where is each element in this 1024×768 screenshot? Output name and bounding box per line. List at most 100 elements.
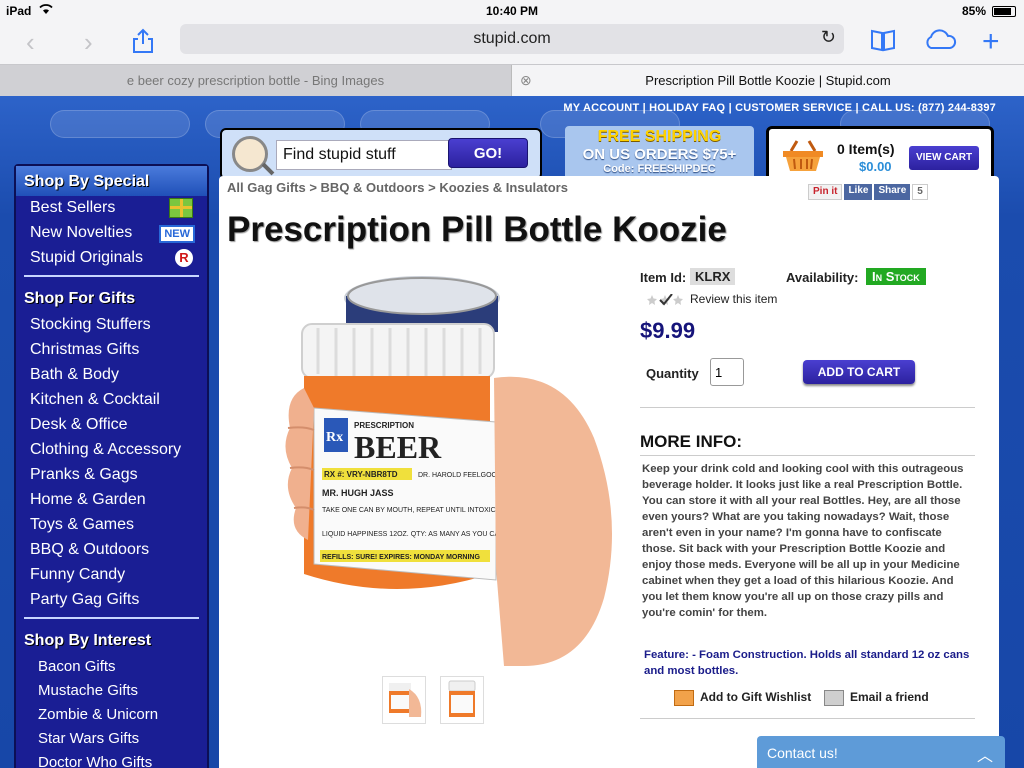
- wishlist-label: Add to Gift Wishlist: [700, 690, 812, 705]
- sidebar-item-label: Christmas Gifts: [30, 341, 140, 358]
- sidebar-item-home-garden[interactable]: Home & Garden: [16, 488, 207, 513]
- thumbnail-1[interactable]: [382, 676, 426, 724]
- battery-percent: 85%: [961, 4, 986, 18]
- sidebar-item-party-gag-gifts[interactable]: Party Gag Gifts: [16, 588, 207, 613]
- product-description: Keep your drink cold and looking cool wi…: [642, 463, 964, 619]
- sidebar-item-desk-office[interactable]: Desk & Office: [16, 413, 207, 438]
- page-title: Prescription Pill Bottle Koozie: [227, 210, 727, 249]
- cart-total: $0.00: [859, 159, 892, 174]
- sidebar-item-label: Best Sellers: [30, 199, 116, 216]
- share-count: 5: [912, 184, 928, 200]
- contact-us-widget[interactable]: Contact us! ︿: [757, 736, 1005, 768]
- bookmarks-icon[interactable]: [870, 28, 896, 57]
- sidebar-item-mustache-gifts[interactable]: Mustache Gifts: [16, 679, 207, 703]
- sidebar-item-bath-body[interactable]: Bath & Body: [16, 363, 207, 388]
- quantity-input[interactable]: 1: [710, 358, 744, 386]
- sidebar-item-pranks-gags[interactable]: Pranks & Gags: [16, 463, 207, 488]
- search-box: Find stupid stuff GO!: [220, 128, 542, 180]
- sidebar-item-toys-games[interactable]: Toys & Games: [16, 513, 207, 538]
- sidebar-item-clothing-accessory[interactable]: Clothing & Accessory: [16, 438, 207, 463]
- thumbnail-2[interactable]: [440, 676, 484, 724]
- shipping-line1: FREE SHIPPING: [597, 128, 722, 145]
- sidebar-item-label: Zombie & Unicorn: [38, 706, 159, 723]
- new-tab-icon[interactable]: +: [982, 27, 1000, 57]
- breadcrumb[interactable]: All Gag Gifts > BBQ & Outdoors > Koozies…: [227, 180, 568, 195]
- sidebar-item-label: Pranks & Gags: [30, 466, 138, 483]
- sidebar-item-stupid-originals[interactable]: Stupid Originals R: [16, 246, 207, 271]
- back-icon[interactable]: ‹: [26, 28, 35, 56]
- facebook-share-button[interactable]: Share: [874, 184, 911, 200]
- close-tab-icon[interactable]: ⊗: [520, 65, 532, 96]
- sidebar-item-label: Stocking Stuffers: [30, 316, 151, 333]
- review-label: Review this item: [690, 292, 778, 306]
- pinterest-button[interactable]: Pin it: [808, 184, 843, 200]
- sidebar-item-doctor-who-gifts[interactable]: Doctor Who Gifts: [16, 751, 207, 768]
- divider: [24, 275, 199, 277]
- sidebar-item-star-wars-gifts[interactable]: Star Wars Gifts: [16, 727, 207, 751]
- registered-icon: R: [175, 249, 193, 267]
- product-info: Item Id: KLRX Availability: In Stock Rev…: [640, 266, 976, 719]
- sidebar-item-best-sellers[interactable]: Best Sellers: [16, 196, 207, 221]
- tab-bing-images[interactable]: e beer cozy prescription bottle - Bing I…: [0, 65, 512, 96]
- magnifier-icon: [232, 136, 268, 172]
- sidebar-item-funny-candy[interactable]: Funny Candy: [16, 563, 207, 588]
- availability-label: Availability:: [786, 270, 859, 285]
- sidebar-item-label: Mustache Gifts: [38, 682, 139, 699]
- label-beer: BEER: [354, 429, 442, 465]
- add-to-wishlist-link[interactable]: Add to Gift Wishlist: [674, 690, 811, 706]
- email-friend-link[interactable]: Email a friend: [824, 690, 929, 706]
- sidebar-item-label: Desk & Office: [30, 416, 128, 433]
- icloud-tabs-icon[interactable]: [922, 28, 958, 57]
- tab-stupid-com[interactable]: ⊗ Prescription Pill Bottle Koozie | Stup…: [512, 65, 1024, 96]
- sidebar-item-new-novelties[interactable]: New Novelties NEW: [16, 221, 207, 246]
- contact-label: Contact us!: [767, 745, 838, 761]
- tab-label: Prescription Pill Bottle Koozie | Stupid…: [645, 73, 891, 88]
- envelope-icon: [824, 690, 844, 706]
- in-stock-badge: In Stock: [866, 268, 926, 285]
- battery-icon: [992, 6, 1016, 17]
- divider: [24, 617, 199, 619]
- review-link[interactable]: Review this item: [646, 292, 777, 306]
- sidebar-item-christmas-gifts[interactable]: Christmas Gifts: [16, 338, 207, 363]
- sidebar-item-stocking-stuffers[interactable]: Stocking Stuffers: [16, 313, 207, 338]
- item-meta-row: Item Id: KLRX Availability: In Stock: [640, 266, 976, 288]
- koozie-photo: Rx PRESCRIPTION BEER RX #: VRY-NBR8TD DR…: [274, 268, 630, 666]
- browser-toolbar: ‹ › stupid.com ↻ +: [0, 22, 1024, 64]
- item-id-label: Item Id:: [640, 270, 687, 285]
- thumbnail-image: [389, 683, 422, 717]
- sidebar-item-label: Funny Candy: [30, 566, 126, 583]
- share-icon[interactable]: [132, 28, 154, 59]
- sidebar-item-bbq-outdoors[interactable]: BBQ & Outdoors: [16, 538, 207, 563]
- product-image[interactable]: Rx PRESCRIPTION BEER RX #: VRY-NBR8TD DR…: [274, 268, 630, 666]
- facebook-like-button[interactable]: Like: [844, 184, 873, 200]
- product-actions: Add to Gift Wishlist Email a friend: [674, 688, 974, 710]
- sidebar-item-label: Bath & Body: [30, 366, 119, 383]
- label-refills: REFILLS: SURE! EXPIRES: MONDAY MORNING: [322, 554, 480, 561]
- add-to-cart-button[interactable]: ADD TO CART: [803, 360, 915, 384]
- address-bar[interactable]: stupid.com ↻: [180, 24, 844, 54]
- cart-item-count: 0 Item(s): [837, 141, 895, 157]
- sidebar-item-label: Home & Garden: [30, 491, 146, 508]
- sidebar-item-zombie-unicorn[interactable]: Zombie & Unicorn: [16, 703, 207, 727]
- divider: [640, 718, 975, 719]
- search-go-button[interactable]: GO!: [448, 138, 528, 168]
- divider: [640, 407, 975, 408]
- social-buttons: Pin it Like Share 5: [808, 184, 930, 202]
- view-cart-button[interactable]: VIEW CART: [909, 146, 979, 170]
- shop-by-special-heading: Shop By Special: [16, 166, 207, 196]
- reload-icon[interactable]: ↻: [821, 27, 836, 48]
- tab-bar: e beer cozy prescription bottle - Bing I…: [0, 64, 1024, 96]
- sidebar-item-label: Clothing & Accessory: [30, 441, 182, 458]
- sidebar-item-kitchen-cocktail[interactable]: Kitchen & Cocktail: [16, 388, 207, 413]
- forward-icon[interactable]: ›: [84, 28, 93, 56]
- sidebar-item-bacon-gifts[interactable]: Bacon Gifts: [16, 655, 207, 679]
- search-input[interactable]: Find stupid stuff: [276, 140, 452, 170]
- top-nav-links[interactable]: MY ACCOUNT | HOLIDAY FAQ | CUSTOMER SERV…: [563, 102, 996, 114]
- divider: [640, 455, 975, 456]
- rating-stars-icon: [647, 293, 683, 306]
- sidebar-item-label: BBQ & Outdoors: [30, 541, 150, 558]
- more-info-heading: MORE INFO:: [640, 432, 742, 451]
- sidebar-item-label: Toys & Games: [30, 516, 135, 533]
- basket-icon: [783, 140, 823, 171]
- label-doctor: DR. HAROLD FEELGOOD: [418, 472, 502, 479]
